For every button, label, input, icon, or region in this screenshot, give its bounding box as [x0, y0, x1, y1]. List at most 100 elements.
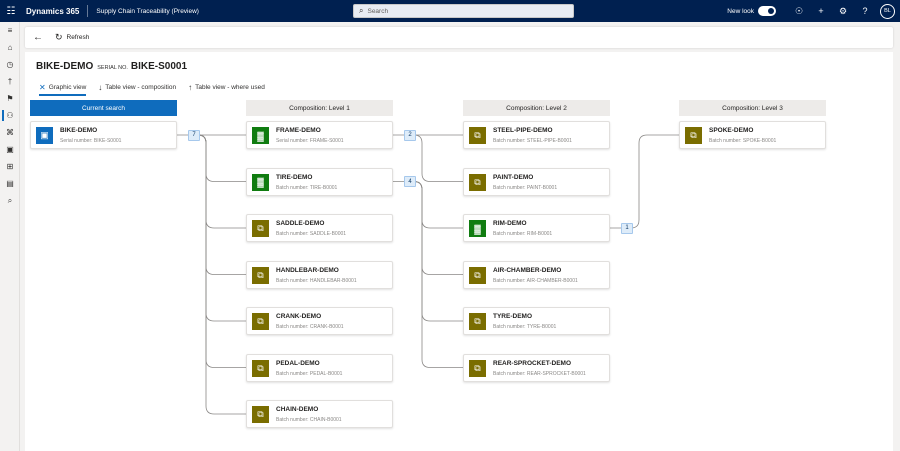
child-count-badge[interactable]: 2 [404, 129, 416, 141]
traceability-graph: Current search Composition: Level 1 Comp… [25, 100, 893, 450]
tab-table-composition[interactable]: ↓ Table view - composition [98, 81, 176, 93]
refresh-icon: ↻ [55, 32, 63, 42]
child-count-badge[interactable]: 7 [188, 129, 200, 141]
node-name: STEEL-PIPE-DEMO [493, 127, 553, 134]
node-identifier: Batch number: TYRE-B0001 [493, 324, 557, 330]
node-name: FRAME-DEMO [276, 127, 321, 134]
link-icon: ⧉ [469, 359, 486, 377]
node-name: PEDAL-DEMO [276, 359, 320, 367]
node-identifier: Batch number: CRANK-B0001 [276, 324, 344, 330]
view-tabs: ✕ Graphic view ↓ Table view - compositio… [39, 81, 277, 96]
node-steel-pipe-demo[interactable]: ⧉ STEEL-PIPE-DEMO Batch number: STEEL-PIPE… [463, 121, 610, 149]
app-title[interactable]: Supply Chain Traceability (Preview) [96, 8, 199, 15]
app-launcher-icon[interactable]: ☷ [0, 0, 22, 22]
link-icon: ⧉ [252, 359, 269, 377]
package-icon[interactable]: ▣ [0, 141, 20, 158]
node-identifier: Serial number: FRAME-S0001 [276, 138, 344, 144]
link-icon: ⧉ [469, 127, 486, 144]
main-content: BIKE-DEMO SERIAL NO. BIKE-S0001 ✕ Graphi… [25, 52, 893, 451]
node-tire-demo[interactable]: ▓ TIRE-DEMO Batch number: TIRE-B0001 [246, 167, 393, 196]
node-saddle-demo[interactable]: ⧉ SADDLE-DEMO Batch number: SADDLE-B0001 [246, 214, 393, 242]
tab-graphic-view[interactable]: ✕ Graphic view [39, 81, 87, 96]
top-bar: ☷ Dynamics 365 Supply Chain Traceability… [0, 0, 900, 22]
traceability-icon[interactable]: ⚇ [0, 107, 20, 124]
search-placeholder: Search [367, 7, 389, 15]
refresh-label: Refresh [66, 34, 90, 41]
node-tyre-demo[interactable]: ⧉ TYRE-DEMO Batch number: TYRE-B0001 [463, 307, 610, 335]
connector-lines [177, 134, 679, 415]
hamburger-icon[interactable]: ≡ [0, 22, 20, 39]
grid-icon[interactable]: ⊞ [0, 158, 20, 175]
search-doc-icon[interactable]: ⌕ [0, 192, 20, 209]
child-count-badge[interactable]: 4 [404, 176, 416, 187]
column-header-level-2: Composition: Level 2 [463, 100, 610, 116]
item-id: BIKE-DEMO [36, 61, 94, 72]
node-bike-demo[interactable]: ▣ BIKE-DEMO Serial number: BIKE-S0001 [30, 121, 177, 149]
search-icon: ⌕ [359, 6, 364, 15]
connector-line [410, 181, 463, 229]
node-identifier: Batch number: PAINT-B0001 [493, 184, 558, 191]
new-look-label: New look [727, 7, 754, 15]
document-icon[interactable]: ▤ [0, 175, 20, 192]
node-identifier: Batch number: RIM-B0001 [493, 231, 553, 237]
column-header-current-search: Current search [30, 100, 177, 116]
node-pedal-demo[interactable]: ⧉ PEDAL-DEMO Batch number: PEDAL-B0001 [246, 353, 393, 382]
gear-icon[interactable]: ⚙ [832, 6, 854, 17]
node-name: AIR-CHAMBER-DEMO [493, 266, 562, 274]
node-air-chamber-demo[interactable]: ⧉ AIR-CHAMBER-DEMO Batch number: AIR-CHAMB… [463, 260, 610, 289]
search-box[interactable]: ⌕ Search [353, 4, 574, 18]
node-rear-sprocket-demo[interactable]: ⧉ REAR-SPROCKET-DEMO Batch number: REAR-SP… [463, 353, 610, 382]
column-header-level-3: Composition: Level 3 [679, 100, 826, 116]
node-identifier: Batch number: PEDAL-B0001 [276, 370, 343, 377]
node-rim-demo[interactable]: ▓ RIM-DEMO Batch number: RIM-B0001 [463, 214, 610, 242]
node-crank-demo[interactable]: ⧉ CRANK-DEMO Batch number: CRANK-B0001 [246, 307, 393, 335]
refresh-button[interactable]: ↻ Refresh [51, 32, 89, 43]
serial-label: SERIAL NO. [97, 65, 128, 71]
node-name: SPOKE-DEMO [709, 127, 754, 134]
divider [87, 5, 89, 17]
connector-line [410, 181, 463, 322]
home-icon[interactable]: ⌂ [0, 39, 20, 56]
help-icon[interactable]: ? [854, 6, 876, 16]
back-arrow-icon[interactable]: ← [25, 32, 51, 43]
arrow-down-icon: ↓ [98, 82, 103, 92]
brand-name[interactable]: Dynamics 365 [26, 7, 79, 16]
link-icon: ⧉ [469, 266, 486, 284]
page-title: BIKE-DEMO SERIAL NO. BIKE-S0001 [36, 61, 187, 72]
tab-table-where-used[interactable]: ↑ Table view - where used [188, 81, 265, 93]
node-name: SADDLE-DEMO [276, 220, 325, 227]
plus-icon[interactable]: + [810, 6, 832, 16]
lightbulb-icon[interactable]: ☉ [788, 6, 810, 17]
pin-icon[interactable]: † [0, 73, 20, 90]
connector-line [194, 134, 246, 368]
cube-icon: ▣ [36, 127, 53, 144]
link-icon: ⧉ [685, 127, 702, 144]
recent-icon[interactable]: ◷ [0, 56, 20, 73]
serial-number: BIKE-S0001 [130, 61, 188, 72]
node-identifier: Batch number: STEEL-PIPE-B0001 [493, 138, 572, 144]
connector-line [194, 134, 246, 275]
node-chain-demo[interactable]: ⧉ CHAIN-DEMO Batch number: CHAIN-B0001 [246, 400, 393, 428]
avatar[interactable]: BL [880, 3, 895, 19]
node-identifier: Serial number: BIKE-S0001 [60, 138, 122, 144]
node-handlebar-demo[interactable]: ⧉ HANDLEBAR-DEMO Batch number: HANDLEBAR-B… [246, 260, 393, 289]
node-name: PAINT-DEMO [493, 173, 534, 181]
flag-icon[interactable]: ⚑ [0, 90, 20, 107]
tab-label: Table view - where used [195, 83, 265, 91]
network-icon[interactable]: ⌘ [0, 124, 20, 141]
new-look-toggle[interactable] [758, 6, 776, 16]
node-name: CRANK-DEMO [276, 313, 322, 320]
link-icon: ⧉ [252, 406, 269, 423]
node-identifier: Batch number: AIR-CHAMBER-B0001 [493, 277, 578, 284]
node-name: HANDLEBAR-DEMO [276, 266, 339, 274]
node-identifier: Batch number: CHAIN-B0001 [276, 417, 342, 423]
arrow-up-icon: ↑ [188, 82, 193, 92]
node-paint-demo[interactable]: ⧉ PAINT-DEMO Batch number: PAINT-B0001 [463, 167, 610, 196]
node-identifier: Batch number: SPOKE-B0001 [709, 138, 777, 144]
node-identifier: Batch number: TIRE-B0001 [276, 184, 338, 191]
child-count-badge[interactable]: 1 [621, 222, 633, 234]
node-frame-demo[interactable]: ▓ FRAME-DEMO Serial number: FRAME-S0001 [246, 121, 393, 149]
node-identifier: Batch number: HANDLEBAR-B0001 [276, 277, 357, 284]
node-spoke-demo[interactable]: ⧉ SPOKE-DEMO Batch number: SPOKE-B0001 [679, 121, 826, 149]
connector-line [194, 134, 246, 182]
